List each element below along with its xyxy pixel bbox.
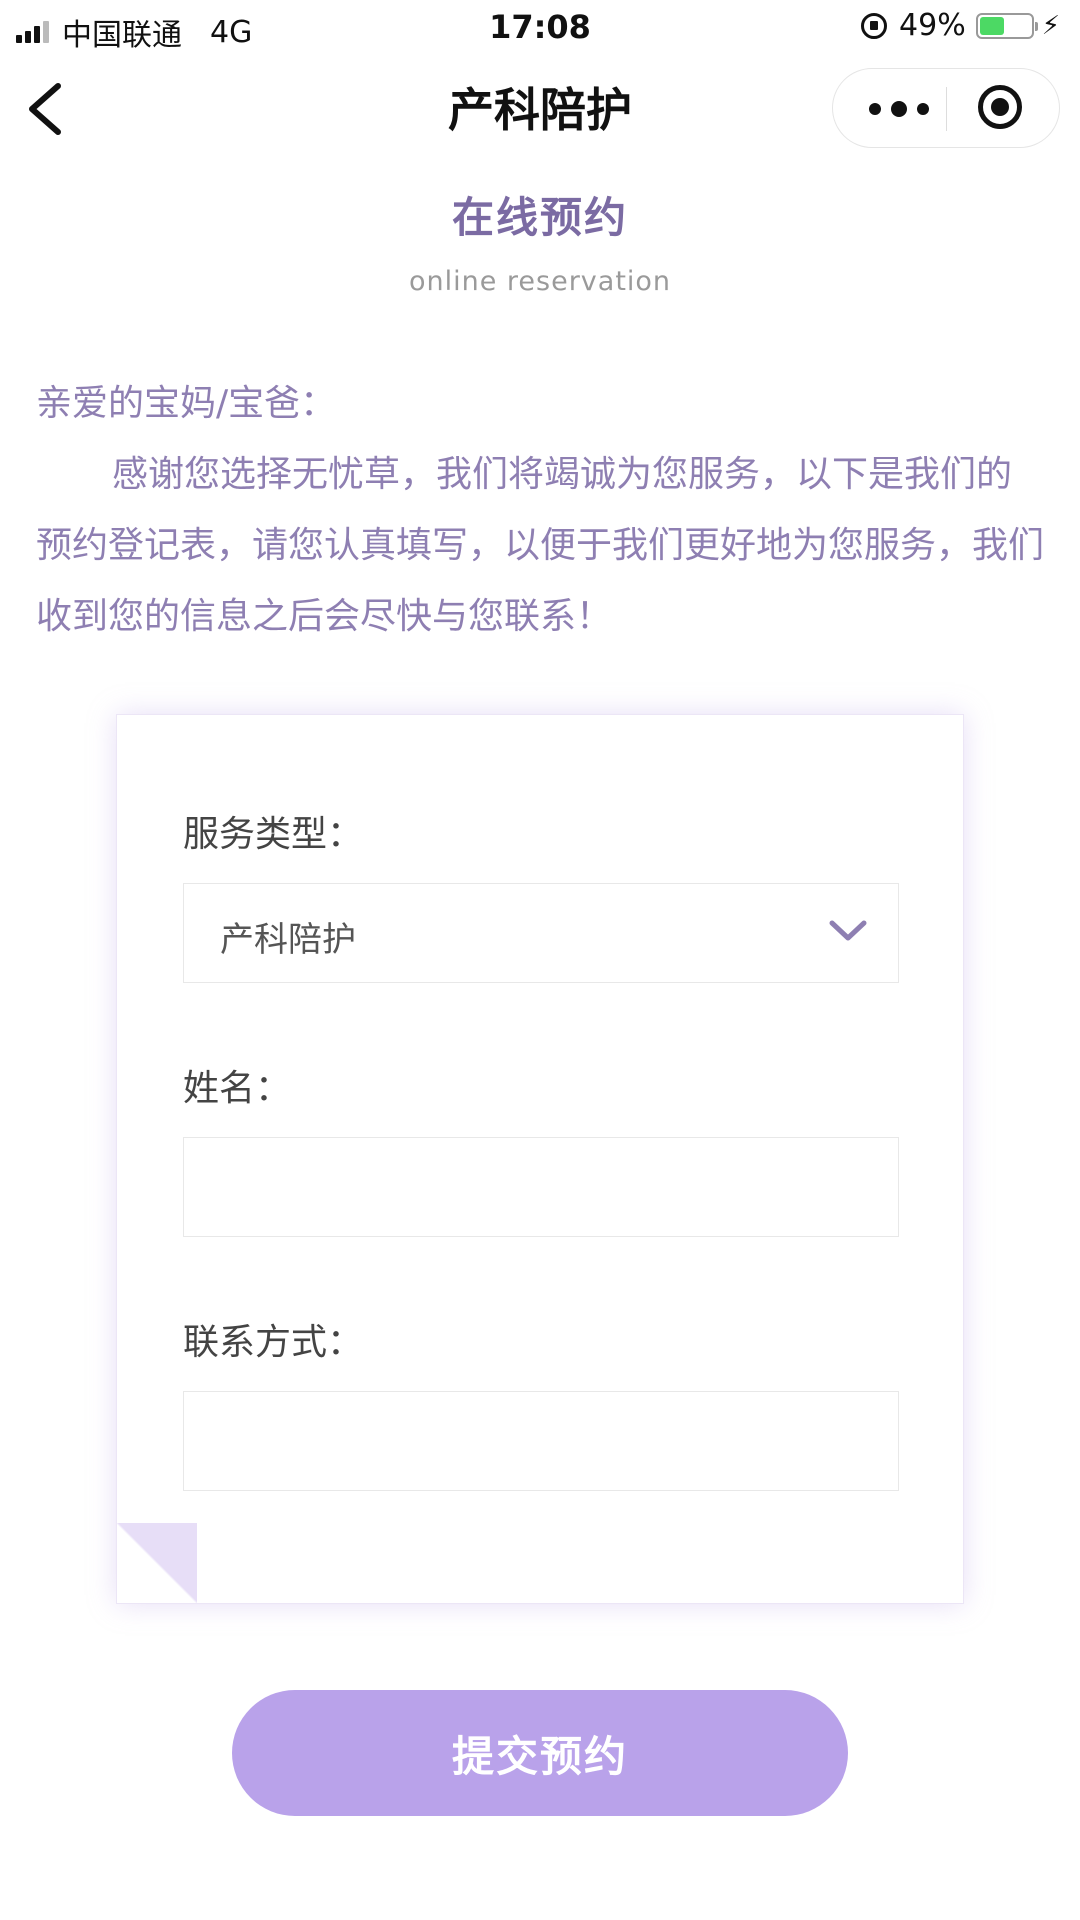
name-label: 姓名： (183, 1068, 292, 1109)
battery-percent: 49% (899, 8, 966, 43)
battery-level (979, 16, 1005, 35)
name-input[interactable] (184, 1138, 898, 1236)
service-type-label: 服务类型： (183, 814, 364, 855)
intro-body: 感谢您选择无忧草，我们将竭诚为您服务，以下是我们的预约登记表，请您认真填写，以便… (36, 454, 1045, 637)
page: 中国联通 4G 17:08 49% ⚡ 产科陪护 在线预约 online res… (0, 0, 1080, 1920)
rotation-lock-icon (861, 12, 888, 39)
status-bar: 中国联通 4G 17:08 49% ⚡ (0, 0, 1080, 56)
contact-input[interactable] (184, 1392, 898, 1490)
battery-icon (975, 12, 1038, 39)
reservation-form-card: 服务类型： 产科陪护 姓名： 联系方式： (116, 714, 964, 1604)
page-fold-decoration (117, 1523, 197, 1603)
contact-field[interactable] (183, 1391, 899, 1491)
charging-icon: ⚡ (1041, 10, 1060, 41)
service-type-value: 产科陪护 (220, 920, 356, 960)
submit-reservation-button[interactable]: 提交预约 (232, 1690, 848, 1816)
intro-text: 亲爱的宝妈/宝爸： 感谢您选择无忧草，我们将竭诚为您服务，以下是我们的预约登记表… (36, 368, 1046, 652)
target-close-icon[interactable] (978, 85, 1022, 129)
section-subtitle: online reservation (408, 266, 672, 297)
more-dots-icon[interactable] (869, 99, 929, 119)
section-title: 在线预约 (451, 193, 628, 242)
service-type-select[interactable]: 产科陪护 (183, 883, 899, 983)
nav-bar: 产科陪护 (0, 56, 1080, 160)
status-right: 49% ⚡ (861, 8, 1060, 43)
chevron-down-icon (829, 920, 867, 941)
name-field[interactable] (183, 1137, 899, 1237)
intro-greeting: 亲爱的宝妈/宝爸： (36, 383, 337, 424)
contact-label: 联系方式： (183, 1322, 364, 1363)
mini-program-capsule (832, 68, 1060, 148)
capsule-divider (946, 87, 947, 131)
